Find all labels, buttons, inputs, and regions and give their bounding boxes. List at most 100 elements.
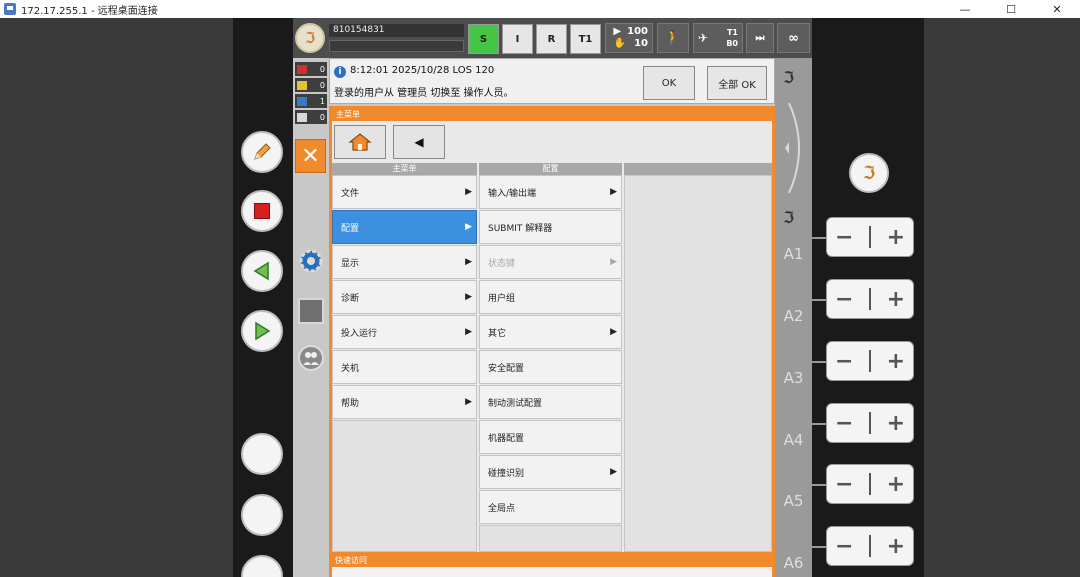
wait-icon — [297, 112, 307, 122]
jog-minus-a2[interactable]: − — [835, 287, 853, 312]
softkey-1[interactable] — [241, 433, 283, 475]
jog-key-a1[interactable]: − + — [826, 217, 914, 257]
robot-name: 810154831 — [329, 24, 464, 37]
coordinate-system-icon[interactable]: ℑ — [783, 208, 794, 227]
back-button[interactable]: ◀ — [393, 125, 445, 159]
jog-plus-a1[interactable]: + — [887, 225, 905, 250]
walking-person-icon: 🚶 — [663, 29, 683, 47]
submenu-io[interactable]: 输入/输出端 ▶ — [479, 175, 622, 209]
submenu-arrow-icon: ▶ — [465, 397, 472, 407]
main-menu-key[interactable]: ℑ — [849, 153, 889, 193]
ack-icon — [297, 64, 307, 74]
drive-status-i[interactable]: I — [502, 24, 533, 54]
submenu-collision-detection[interactable]: 碰撞识别 ▶ — [479, 455, 622, 489]
submenu-arrow-icon: ▶ — [610, 327, 617, 337]
variable-view-button[interactable] — [296, 296, 326, 326]
state-message-counter[interactable]: 0 — [295, 78, 327, 92]
menu-item-startup[interactable]: 投入运行 ▶ — [332, 315, 477, 349]
main-menu-window: 主菜单 ◀ 主菜单 配置 文件 ▶ 配置 ▶ 显示 ▶ 诊断 ▶ 投入运行 ▶ 关机 帮助… — [329, 106, 775, 555]
submenu-brake-test-config[interactable]: 制动测试配置 — [479, 385, 622, 419]
close-menu-button[interactable]: ✕ — [295, 139, 326, 173]
robot-status-icon[interactable]: ℑ — [295, 23, 325, 53]
quick-access-bar — [329, 567, 775, 577]
minimize-button[interactable]: — — [942, 0, 988, 18]
home-icon — [348, 133, 372, 151]
jog-plus-a3[interactable]: + — [887, 349, 905, 374]
submenu-status-keys[interactable]: 状态键 ▶ — [479, 245, 622, 279]
ack-message-counter[interactable]: 0 — [295, 62, 327, 76]
jog-key-a4[interactable]: − + — [826, 403, 914, 443]
jog-key-link — [812, 423, 826, 425]
jog-key-a5[interactable]: − + — [826, 464, 914, 504]
jog-plus-a5[interactable]: + — [887, 472, 905, 497]
submenu-submit-interpreter[interactable]: SUBMIT 解释器 — [479, 210, 622, 244]
window-titlebar: 172.17.255.1 - 远程桌面连接 — ☐ ✕ — [0, 0, 1080, 18]
play-icon — [255, 321, 271, 341]
start-backward-key[interactable] — [241, 250, 283, 292]
start-key[interactable] — [241, 310, 283, 352]
run-mode-indicator[interactable]: 🚶 — [657, 23, 689, 53]
incremental-icon: ⏭ — [755, 32, 765, 44]
menu-item-shutdown[interactable]: 关机 — [332, 350, 477, 384]
submit-status-s[interactable]: S — [468, 24, 499, 54]
jog-key-a3[interactable]: − + — [826, 341, 914, 381]
user-group-button[interactable] — [296, 343, 326, 373]
submenu-arrow-icon: ▶ — [465, 222, 472, 232]
message-window: i 8:12:01 2025/10/28 LOS 120 登录的用户从 管理员 … — [329, 58, 775, 104]
close-window-button[interactable]: ✕ — [1034, 0, 1080, 18]
tool-base-indicator[interactable]: ✈ T1 B0 — [693, 23, 743, 53]
quick-access-title: 快速访问 — [329, 555, 775, 567]
stop-key[interactable] — [241, 190, 283, 232]
jog-minus-a4[interactable]: − — [835, 411, 853, 436]
softkey-2[interactable] — [241, 494, 283, 536]
jog-key-a6[interactable]: − + — [826, 526, 914, 566]
axis-label-a4: A4 — [783, 431, 804, 449]
window-layout-icon — [298, 298, 324, 324]
gripper-icon: ✈ — [698, 31, 709, 45]
axis-label-a3: A3 — [783, 369, 804, 387]
jog-type-icon[interactable]: ℑ — [783, 68, 794, 87]
third-column-header — [624, 163, 772, 175]
submenu-safety-config[interactable]: 安全配置 — [479, 350, 622, 384]
jog-key-a2[interactable]: − + — [826, 279, 914, 319]
program-name-field[interactable] — [329, 40, 464, 52]
operating-mode-t1[interactable]: T1 — [570, 24, 601, 54]
jog-minus-a5[interactable]: − — [835, 472, 853, 497]
play-backward-icon — [253, 261, 269, 281]
info-message-counter[interactable]: 1 — [295, 94, 327, 108]
stop-icon — [254, 203, 270, 219]
incremental-value[interactable]: ∞ — [777, 23, 810, 53]
submenu-machine-config[interactable]: 机器配置 — [479, 420, 622, 454]
right-column-empty — [479, 525, 622, 552]
menu-item-display[interactable]: 显示 ▶ — [332, 245, 477, 279]
jog-plus-a2[interactable]: + — [887, 287, 905, 312]
submenu-other[interactable]: 其它 ▶ — [479, 315, 622, 349]
jog-plus-a6[interactable]: + — [887, 534, 905, 559]
incremental-jog-indicator[interactable]: ⏭ — [746, 23, 774, 53]
info-small-icon — [297, 96, 307, 106]
menu-item-diagnosis[interactable]: 诊断 ▶ — [332, 280, 477, 314]
ok-all-button[interactable]: 全部 OK — [707, 66, 767, 100]
override-program-value: 100 — [627, 26, 648, 37]
jog-minus-a1[interactable]: − — [835, 225, 853, 250]
jog-column: ℑ ℑ A1 A2 A3 A4 A5 A6 — [775, 58, 812, 577]
program-status-r[interactable]: R — [536, 24, 567, 54]
jog-minus-a3[interactable]: − — [835, 349, 853, 374]
submenu-global-points[interactable]: 全局点 — [479, 490, 622, 524]
wait-message-counter[interactable]: 0 — [295, 110, 327, 124]
submenu-arrow-icon: ▶ — [465, 327, 472, 337]
submenu-arrow-icon: ▶ — [610, 467, 617, 477]
submenu-user-group[interactable]: 用户组 — [479, 280, 622, 314]
settings-gear-button[interactable] — [296, 246, 326, 276]
menu-item-file[interactable]: 文件 ▶ — [332, 175, 477, 209]
back-arrow-icon: ◀ — [414, 135, 424, 149]
maximize-button[interactable]: ☐ — [988, 0, 1034, 18]
home-button[interactable] — [334, 125, 386, 159]
menu-item-help[interactable]: 帮助 ▶ — [332, 385, 477, 419]
ok-button[interactable]: OK — [643, 66, 695, 100]
override-indicator[interactable]: ▶ 100 ✋ 10 — [605, 23, 653, 53]
menu-item-configuration[interactable]: 配置 ▶ — [332, 210, 477, 244]
jog-minus-a6[interactable]: − — [835, 534, 853, 559]
edit-key[interactable] — [241, 131, 283, 173]
jog-plus-a4[interactable]: + — [887, 411, 905, 436]
